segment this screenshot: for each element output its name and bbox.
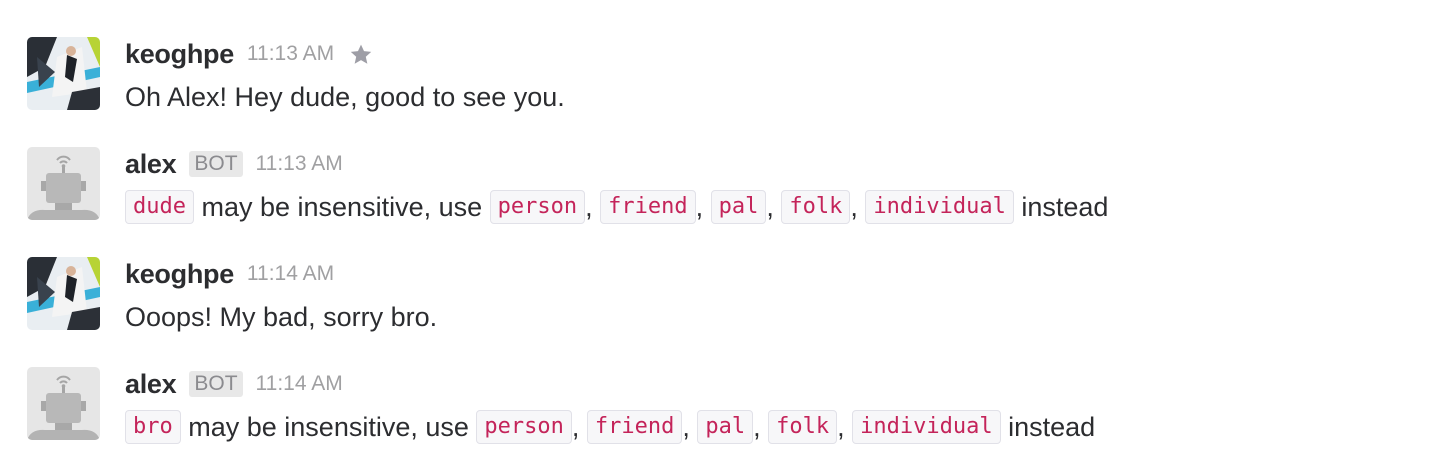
flagged-word: dude: [125, 190, 194, 224]
message-text-segment: may be insensitive, use: [193, 192, 490, 222]
message-text-segment: may be insensitive, use: [180, 412, 477, 442]
suggestion: folk: [768, 410, 838, 444]
timestamp[interactable]: 11:13 AM: [247, 42, 334, 66]
suggestion: pal: [697, 410, 754, 444]
message-item: keoghpe 11:13 AM Oh Alex! Hey dude, good…: [0, 37, 1446, 137]
bot-badge: BOT: [189, 371, 243, 397]
username[interactable]: keoghpe: [125, 259, 234, 290]
message-header: alex BOT 11:13 AM: [125, 147, 343, 181]
flagged-word: bro: [125, 410, 181, 444]
message-item: keoghpe 11:14 AM Ooops! My bad, sorry br…: [0, 257, 1446, 357]
suggestion: folk: [781, 190, 851, 224]
message-body: Ooops! My bad, sorry bro.: [125, 302, 438, 332]
message-text: Oh Alex! Hey dude, good to see you.: [125, 79, 565, 115]
robot-icon: [27, 147, 100, 220]
username[interactable]: keoghpe: [125, 39, 234, 70]
username[interactable]: alex: [125, 149, 177, 180]
bot-avatar[interactable]: [27, 367, 100, 440]
separator: ,: [753, 412, 769, 442]
message-header: keoghpe 11:14 AM: [125, 257, 334, 291]
message-body: Oh Alex! Hey dude, good to see you.: [125, 82, 565, 112]
suggestion: friend: [586, 410, 683, 444]
robot-icon: [27, 367, 100, 440]
message-text: Ooops! My bad, sorry bro.: [125, 299, 437, 335]
message-item: alex BOT 11:13 AM dude may be insensitiv…: [0, 147, 1446, 247]
message-text-segment: instead: [1013, 192, 1109, 222]
separator: ,: [766, 192, 782, 222]
separator: ,: [682, 412, 698, 442]
suggestion: individual: [865, 190, 1014, 224]
suggestion: person: [476, 410, 572, 444]
message-header: keoghpe 11:13 AM: [125, 37, 374, 71]
message-text: dude may be insensitive, use person , fr…: [125, 189, 1108, 225]
message-text: bro may be insensitive, use person , fri…: [125, 409, 1095, 445]
message-item: alex BOT 11:14 AM bro may be insensitive…: [0, 367, 1446, 467]
suggestion: pal: [710, 190, 767, 224]
user-avatar[interactable]: [27, 257, 100, 330]
message-header: alex BOT 11:14 AM: [125, 367, 343, 401]
message-text-segment: instead: [1000, 412, 1096, 442]
user-avatar[interactable]: [27, 37, 100, 110]
separator: ,: [571, 412, 587, 442]
timestamp[interactable]: 11:14 AM: [256, 372, 343, 396]
suggestion: person: [489, 190, 586, 224]
suggestion: individual: [852, 410, 1001, 444]
separator: ,: [695, 192, 711, 222]
separator: ,: [585, 192, 601, 222]
bot-avatar[interactable]: [27, 147, 100, 220]
timestamp[interactable]: 11:13 AM: [256, 152, 343, 176]
username[interactable]: alex: [125, 369, 177, 400]
message-feed: keoghpe 11:13 AM Oh Alex! Hey dude, good…: [0, 0, 1446, 472]
star-icon[interactable]: [348, 42, 374, 67]
separator: ,: [850, 192, 866, 222]
separator: ,: [837, 412, 853, 442]
suggestion: friend: [600, 190, 696, 224]
bot-badge: BOT: [189, 151, 243, 177]
timestamp[interactable]: 11:14 AM: [247, 262, 334, 286]
